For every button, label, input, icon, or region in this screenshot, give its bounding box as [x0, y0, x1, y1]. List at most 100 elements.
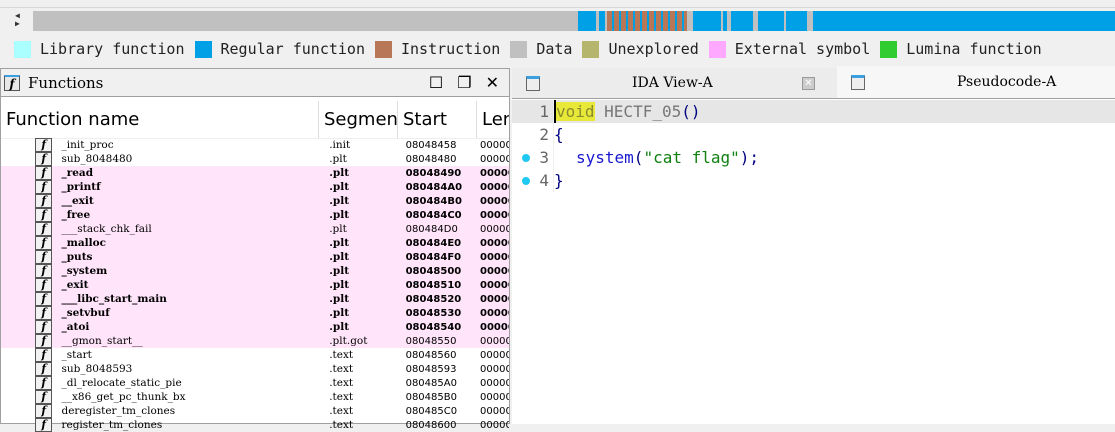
- function-row[interactable]: f _exit .plt 08048510 00000006: [1, 278, 509, 292]
- close-tab-icon[interactable]: ✕: [802, 76, 815, 90]
- legend: Library function Regular function Instruct…: [14, 39, 1052, 59]
- code-line[interactable]: 4}: [512, 169, 1115, 192]
- function-row[interactable]: f __gmon_start__ .plt.got 08048550 00000006: [1, 334, 509, 348]
- function-start: 08048593: [405, 363, 457, 375]
- function-start: 08048490: [405, 167, 462, 179]
- function-icon: f: [35, 166, 53, 180]
- code-line[interactable]: 2{: [512, 123, 1115, 146]
- function-row[interactable]: f register_tm_clones .text 08048600 00000006: [1, 418, 509, 432]
- column-header-start[interactable]: Start: [398, 101, 477, 138]
- function-segment: .plt: [329, 251, 350, 263]
- string-literal: "cat flag": [643, 148, 740, 167]
- maximize-icon[interactable]: ☐: [429, 73, 443, 92]
- nav-seg-regular: [731, 11, 753, 31]
- function-length: 00000006: [480, 181, 509, 193]
- function-row[interactable]: f _puts .plt 080484F0 00000006: [1, 250, 509, 264]
- function-row[interactable]: f _setvbuf .plt 08048530 00000006: [1, 306, 509, 320]
- call-name: system: [576, 148, 634, 167]
- function-icon: f: [35, 278, 53, 292]
- nav-scroll-arrows[interactable]: ◀ ▶: [15, 12, 20, 28]
- function-name: __x86_get_pc_thunk_bx: [61, 391, 186, 403]
- function-icon: f: [35, 194, 53, 208]
- function-start: 080484C0: [405, 209, 462, 221]
- pseudocode-editor[interactable]: 1 void HECTF_05() 2{ 3 system("cat flag");…: [512, 100, 1115, 192]
- breakpoint-dot-icon[interactable]: [522, 177, 530, 185]
- function-row[interactable]: f sub_8048593 .text 08048593 00000006: [1, 362, 509, 376]
- function-icon: f: [35, 222, 53, 236]
- function-segment: .plt: [329, 209, 350, 221]
- line-number: 3: [512, 146, 554, 169]
- tab-label: IDA View-A: [632, 75, 713, 91]
- function-icon: f: [35, 208, 53, 222]
- tab-ida-view-a[interactable]: IDA View-A ✕: [512, 68, 837, 98]
- legend-swatch: [582, 40, 600, 58]
- function-length: 00000006: [480, 209, 509, 221]
- function-row[interactable]: f __x86_get_pc_thunk_bx .text 080485B0 00000…: [1, 390, 509, 404]
- column-header-name[interactable]: Function name: [1, 101, 319, 138]
- function-start: 08048540: [405, 321, 462, 333]
- legend-label: Regular function: [220, 40, 366, 58]
- function-segment: .plt: [329, 307, 350, 319]
- function-segment: .plt: [329, 237, 350, 249]
- breakpoint-dot-icon[interactable]: [522, 154, 530, 162]
- function-row[interactable]: f _init_proc .init 08048458 00000006: [1, 138, 509, 152]
- function-name: _printf: [61, 181, 101, 193]
- function-start: 080484D0: [405, 223, 458, 235]
- function-length: 00000006: [480, 153, 509, 165]
- function-row[interactable]: f _read .plt 08048490 00000006: [1, 166, 509, 180]
- function-segment: .text: [329, 419, 354, 431]
- column-header-segment[interactable]: Segment: [319, 101, 398, 138]
- nav-seg-instruction: [607, 11, 687, 31]
- function-name: _setvbuf: [61, 307, 110, 319]
- function-length: 00000006: [480, 223, 509, 235]
- close-icon[interactable]: ✕: [486, 73, 499, 92]
- function-length: 00000006: [480, 335, 509, 347]
- nav-seg-regular: [693, 11, 721, 31]
- function-segment: .text: [329, 405, 354, 417]
- code-line[interactable]: 3 system("cat flag");: [512, 146, 1115, 169]
- tab-pseudocode-a[interactable]: Pseudocode-A: [837, 66, 1115, 98]
- legend-swatch: [14, 40, 31, 58]
- function-length: 00000006: [480, 139, 509, 151]
- function-icon: f: [35, 292, 53, 306]
- function-row[interactable]: f _start .text 08048560 00000006: [1, 348, 509, 362]
- code-panel: IDA View-A ✕ Pseudocode-A 1 void HECTF_05…: [512, 66, 1115, 424]
- column-header-length[interactable]: Length: [477, 101, 509, 138]
- function-segment: .plt: [329, 279, 350, 291]
- function-name: register_tm_clones: [61, 419, 163, 431]
- function-segment: .text: [329, 363, 354, 375]
- function-length: 00000006: [480, 363, 509, 375]
- function-row[interactable]: f _printf .plt 080484A0 00000006: [1, 180, 509, 194]
- function-name: deregister_tm_clones: [61, 405, 176, 417]
- listing-icon: [851, 74, 865, 90]
- function-row[interactable]: f _malloc .plt 080484E0 00000006: [1, 236, 509, 250]
- function-row[interactable]: f deregister_tm_clones .text 080485C0 000000…: [1, 404, 509, 418]
- function-row[interactable]: f ___stack_chk_fail .plt 080484D0 00000006: [1, 222, 509, 236]
- function-row[interactable]: f ___libc_start_main .plt 08048520 00000006: [1, 292, 509, 306]
- function-length: 00000006: [480, 377, 509, 389]
- functions-panel: f Functions ☐ ❐ ✕ Function name Segment …: [0, 68, 510, 432]
- table-header: Function name Segment Start Length: [1, 101, 509, 139]
- function-row[interactable]: f _system .plt 08048500 00000006: [1, 264, 509, 278]
- function-icon: f: [35, 390, 53, 404]
- navigation-band[interactable]: [33, 11, 1115, 31]
- function-row[interactable]: f _dl_relocate_static_pie .text 080485A0 000…: [1, 376, 509, 390]
- function-start: 08048500: [405, 265, 462, 277]
- function-row[interactable]: f _free .plt 080484C0 00000006: [1, 208, 509, 222]
- punctuation: (): [681, 102, 701, 121]
- nav-seg-regular: [599, 11, 605, 31]
- function-row[interactable]: f _atoi .plt 08048540 00000006: [1, 320, 509, 334]
- legend-label: Lumina function: [906, 40, 1042, 58]
- function-start: 080485A0: [405, 377, 457, 389]
- function-name: _exit: [61, 279, 89, 291]
- function-name: ___libc_start_main: [61, 293, 167, 305]
- function-name: _malloc: [61, 237, 107, 249]
- function-name: sub_8048480: [61, 153, 133, 165]
- function-icon: f: [35, 180, 53, 194]
- legend-label: Data: [536, 40, 573, 58]
- function-row[interactable]: f sub_8048480 .plt 08048480 00000006: [1, 152, 509, 166]
- restore-icon[interactable]: ❐: [457, 73, 471, 92]
- function-row[interactable]: f __exit .plt 080484B0 00000006: [1, 194, 509, 208]
- function-start: 08048530: [405, 307, 462, 319]
- code-line[interactable]: 1 void HECTF_05(): [512, 100, 1115, 123]
